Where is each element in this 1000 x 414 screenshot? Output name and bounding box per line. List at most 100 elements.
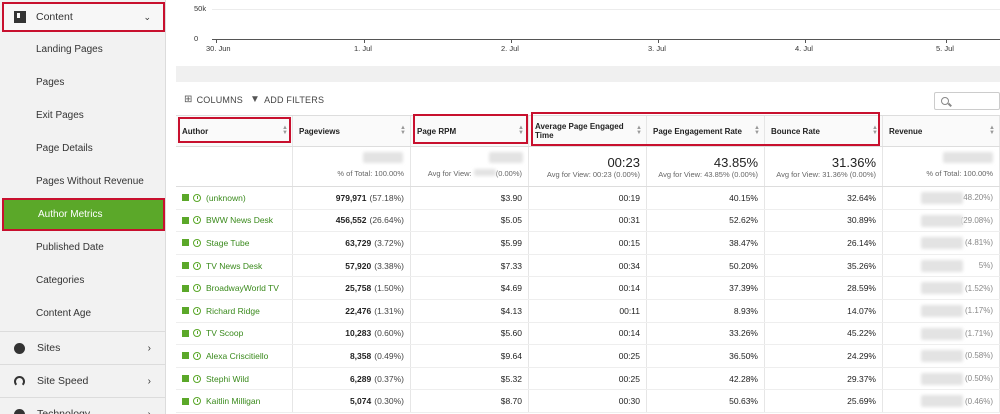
revenue-cell: 5%) — [883, 254, 1000, 277]
table-row[interactable]: (unknown) 979,971 (57.18%) $3.90 00:19 40.15%… — [176, 187, 1000, 210]
bounce-rate-value: 29.37% — [847, 373, 876, 384]
chevron-down-icon: ⌄ — [143, 11, 151, 22]
header-pageviews[interactable]: Pageviews ▲ ▼ — [293, 116, 411, 146]
author-name[interactable]: Alexa Criscitiello — [206, 351, 268, 361]
engagement-rate-cell: 38.47% — [647, 232, 765, 254]
sidebar-item-landing-pages[interactable]: Landing Pages — [0, 33, 165, 66]
bounce-rate-value: 45.22% — [847, 328, 876, 339]
author-name[interactable]: (unknown) — [206, 193, 246, 203]
chart-toggle-icon[interactable] — [182, 375, 189, 383]
chart-toggle-icon[interactable] — [182, 262, 189, 270]
table-row[interactable]: Kaitlin Milligan 5,074 (0.30%) $8.70 00:30 50… — [176, 390, 1000, 413]
sidebar-item-categories[interactable]: Categories — [0, 264, 165, 297]
bounce-rate-value: 14.07% — [847, 305, 876, 316]
author-name[interactable]: Stephi Wild — [206, 374, 249, 384]
engagement-rate-value: 40.15% — [729, 192, 758, 203]
author-name[interactable]: BroadwayWorld TV — [206, 283, 279, 293]
revenue-cell: (1.17%) — [883, 300, 1000, 322]
sidebar-item-page-details[interactable]: Page Details — [0, 132, 165, 165]
clock-icon — [193, 193, 201, 202]
chart-toggle-icon[interactable] — [182, 352, 189, 360]
author-name[interactable]: TV News Desk — [206, 261, 262, 271]
y-tick-label: 50k — [194, 4, 207, 13]
author-name[interactable]: Richard Ridge — [206, 306, 260, 316]
header-bounce-rate[interactable]: Bounce Rate ▲ ▼ — [765, 116, 883, 146]
header-revenue[interactable]: Revenue ▲ ▼ — [883, 116, 1000, 146]
sidebar-item-label: Author Metrics — [38, 209, 103, 220]
sidebar-item-published-date[interactable]: Published Date — [0, 231, 165, 264]
revenue-pct: (0.58%) — [964, 351, 993, 361]
chart-toggle-icon[interactable] — [182, 397, 189, 405]
columns-label: COLUMNS — [196, 94, 243, 105]
add-filters-button[interactable]: ▼ ADD FILTERS — [250, 94, 324, 105]
table-row[interactable]: TV News Desk 57,920 (3.38%) $7.33 00:34 50.20… — [176, 254, 1000, 278]
header-page-rpm[interactable]: Page RPM ▲ ▼ — [411, 116, 529, 146]
search-input[interactable] — [934, 92, 1000, 110]
nav-section-site-speed[interactable]: Site Speed › — [0, 364, 165, 397]
chart-toggle-icon[interactable] — [182, 239, 189, 247]
nav-section-content[interactable]: Content ⌄ — [2, 2, 165, 32]
bounce-rate-cell: 25.69% — [765, 390, 883, 412]
table-row[interactable]: Stage Tube 63,729 (3.72%) $5.99 00:15 38.47% 2… — [176, 232, 1000, 255]
pageviews-pct: (26.64%) — [369, 215, 405, 226]
bounce-rate-value: 32.64% — [847, 192, 876, 203]
header-avg-engaged-time[interactable]: Average Page Engaged Time ▲ ▼ — [529, 116, 647, 146]
author-cell[interactable]: BWW News Desk — [176, 209, 293, 232]
sidebar-item-content-age[interactable]: Content Age — [0, 297, 165, 330]
author-name[interactable]: TV Scoop — [206, 328, 243, 338]
table-row[interactable]: Stephi Wild 6,289 (0.37%) $5.32 00:25 42.28% 2… — [176, 367, 1000, 391]
x-tick-mark — [805, 39, 806, 43]
rpm-cell: $4.69 — [411, 277, 529, 299]
filter-icon: ▼ — [250, 94, 261, 105]
author-cell[interactable]: Kaitlin Milligan — [176, 390, 293, 412]
chart-toggle-icon[interactable] — [182, 194, 189, 202]
totals-value: 00:23 — [607, 154, 640, 170]
chart-toggle-icon[interactable] — [182, 284, 189, 292]
author-cell[interactable]: (unknown) — [176, 187, 293, 209]
table-row[interactable]: BroadwayWorld TV 25,758 (1.50%) $4.69 00:14 3… — [176, 277, 1000, 300]
header-engagement-rate[interactable]: Page Engagement Rate ▲ ▼ — [647, 116, 765, 146]
chart-toggle-icon[interactable] — [182, 216, 189, 224]
chart-toggle-icon[interactable] — [182, 307, 189, 315]
chart-toggle-icon[interactable] — [182, 329, 189, 337]
table-row[interactable]: Alexa Criscitiello 8,358 (0.49%) $9.64 00:25… — [176, 345, 1000, 368]
nav-section-sites[interactable]: Sites › — [0, 331, 165, 364]
author-cell[interactable]: BroadwayWorld TV — [176, 277, 293, 299]
author-cell[interactable]: Richard Ridge — [176, 300, 293, 322]
author-cell[interactable]: Stephi Wild — [176, 367, 293, 390]
author-name[interactable]: Stage Tube — [206, 238, 249, 248]
columns-button[interactable]: ⊞ COLUMNS — [184, 94, 243, 105]
totals-note: Avg for View: 00:23 (0.00%) — [546, 169, 640, 179]
author-cell[interactable]: Stage Tube — [176, 232, 293, 254]
sidebar-item-pages-without-revenue[interactable]: Pages Without Revenue — [0, 165, 165, 198]
redacted-value — [921, 350, 963, 363]
author-name[interactable]: Kaitlin Milligan — [206, 396, 260, 406]
engagement-rate-value: 50.20% — [729, 260, 758, 271]
author-name[interactable]: BWW News Desk — [206, 215, 273, 225]
sidebar-item-exit-pages[interactable]: Exit Pages — [0, 99, 165, 132]
author-cell[interactable]: TV Scoop — [176, 322, 293, 345]
author-cell[interactable]: Alexa Criscitiello — [176, 345, 293, 367]
table-row[interactable]: Richard Ridge 22,476 (1.31%) $4.13 00:11 8.93… — [176, 300, 1000, 323]
rpm-cell: $5.60 — [411, 322, 529, 345]
nav-section-label: Technology — [37, 408, 91, 414]
x-tick-label: 4. Jul — [795, 44, 813, 53]
rpm-cell: $3.90 — [411, 187, 529, 209]
rpm-cell: $8.70 — [411, 390, 529, 412]
rpm-value: $5.32 — [500, 373, 522, 384]
sidebar-item-label: Pages — [36, 77, 65, 88]
redacted-value — [921, 395, 963, 408]
header-author[interactable]: Author ▲ ▼ — [176, 116, 293, 146]
x-tick-mark — [511, 39, 512, 43]
author-cell[interactable]: TV News Desk — [176, 254, 293, 277]
clock-icon — [193, 261, 201, 270]
pageviews-cell: 979,971 (57.18%) — [293, 187, 411, 209]
engaged-time-value: 00:19 — [618, 192, 640, 203]
engaged-time-cell: 00:19 — [529, 187, 647, 209]
table-row[interactable]: TV Scoop 10,283 (0.60%) $5.60 00:14 33.26% 45.… — [176, 322, 1000, 346]
pageviews-cell: 63,729 (3.72%) — [293, 232, 411, 254]
nav-section-technology[interactable]: Technology › — [0, 397, 165, 414]
table-row[interactable]: BWW News Desk 456,552 (26.64%) $5.05 00:31 52… — [176, 209, 1000, 233]
sidebar-item-author-metrics[interactable]: Author Metrics — [2, 198, 165, 231]
sidebar-item-pages[interactable]: Pages — [0, 66, 165, 99]
